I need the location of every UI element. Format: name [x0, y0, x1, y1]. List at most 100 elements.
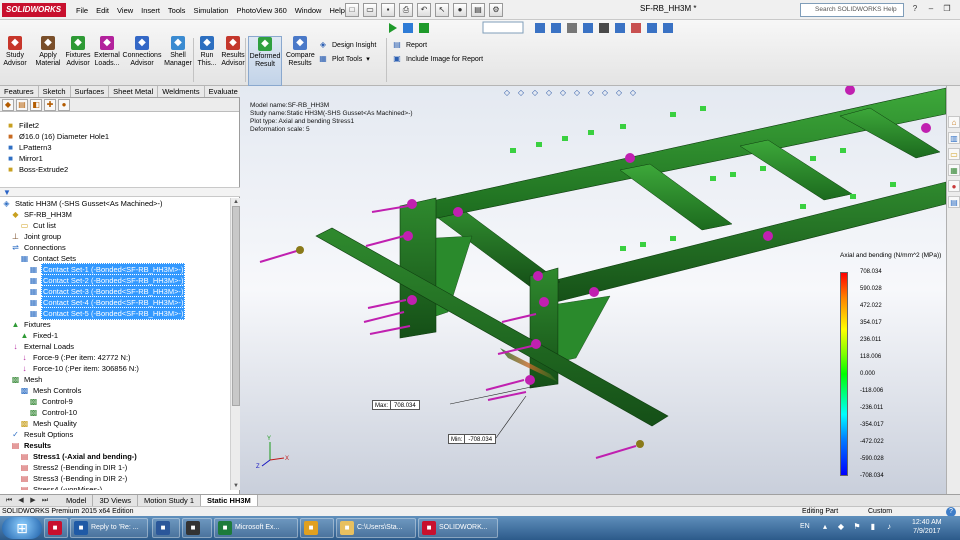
sim-tree-item[interactable]: ▤ Stress3 (-Bending in DIR 2-) — [20, 473, 128, 484]
sim-tree-item[interactable]: ▤ Stress2 (-Bending in DIR 1-) — [20, 462, 128, 473]
section-view-icon[interactable] — [567, 23, 577, 33]
taskbar-outlook-button[interactable]: ■ Reply to 'Re: ... — [70, 518, 148, 538]
taskbar-excel-button[interactable]: ■ Microsoft Ex... — [214, 518, 298, 538]
display-manager-tab-icon[interactable]: ● — [58, 99, 70, 111]
taskbar-cmd-button[interactable]: ■ — [182, 518, 212, 538]
tray-arrow-icon[interactable]: ▴ — [820, 522, 830, 532]
sim-tree-item[interactable]: ▩ Mesh — [11, 374, 43, 385]
language-indicator[interactable]: EN — [800, 523, 810, 530]
configuration-dropdown[interactable] — [482, 21, 524, 34]
view-orientation-icon[interactable] — [583, 23, 593, 33]
model-tab-static-hh3m[interactable]: Static HH3M — [201, 495, 258, 506]
display-style-icon[interactable]: ◇ — [572, 88, 582, 98]
file-properties-icon[interactable]: ▤ — [471, 3, 485, 17]
vertical-post-left[interactable] — [399, 197, 437, 339]
taskbar-solidworks-pinned-button[interactable]: ■ — [44, 518, 68, 538]
model-tab-motion-study-1[interactable]: Motion Study 1 — [138, 495, 202, 506]
run-this-button[interactable]: ◆ Run This... — [196, 36, 218, 86]
deformed-result-button[interactable]: ◆ Deformed Result — [248, 36, 282, 86]
rebuild-all-icon[interactable] — [403, 23, 413, 33]
sim-tree-item[interactable]: ▤ Stress1 (-Axial and bending-) — [20, 451, 138, 462]
rebuild-icon[interactable]: ● — [453, 3, 467, 17]
design-library-tab-icon[interactable]: ▥ — [948, 132, 960, 144]
taskbar-solidworks-button[interactable]: ■ SOLIDWORK... — [418, 518, 498, 538]
sim-tree-item[interactable]: ✓ Result Options — [11, 429, 74, 440]
menu-view[interactable]: View — [113, 6, 137, 15]
graphics-area[interactable]: Y X Z ◇ ◇ ◇ ◇ ◇ ◇ ◇ ◇ ◇ ◇ Model name:SF-RB_HH3M S… — [240, 86, 946, 494]
menu-tools[interactable]: Tools — [164, 6, 190, 15]
fixtures-advisor-button[interactable]: ◆ Fixtures Advisor — [64, 36, 92, 86]
last-tab-icon[interactable]: ⏭ — [40, 496, 50, 506]
file-explorer-tab-icon[interactable]: ▭ — [948, 148, 960, 160]
sim-tree-item[interactable]: ▲ Fixtures — [11, 319, 52, 330]
zoom-to-area-icon[interactable]: ◇ — [516, 88, 526, 98]
sim-tree-item[interactable]: ▩ Control-10 — [29, 407, 78, 418]
options-gear-icon[interactable]: ⚙ — [489, 3, 503, 17]
first-tab-icon[interactable]: ⏮ — [4, 496, 14, 506]
feature-tree-item[interactable]: ■ Fillet2 — [6, 120, 40, 131]
tab-sheet-metal[interactable]: Sheet Metal — [109, 86, 159, 97]
tab-sketch[interactable]: Sketch — [39, 86, 71, 97]
cross-member-1[interactable] — [619, 163, 733, 231]
external-loads-button[interactable]: ◆ External Loads... — [92, 36, 122, 86]
feature-tree-item[interactable]: ■ Boss-Extrude2 — [6, 164, 69, 175]
help-search-input[interactable]: Search SOLIDWORKS Help — [800, 3, 904, 17]
view-settings-icon[interactable] — [663, 23, 673, 33]
tab-surfaces[interactable]: Surfaces — [71, 86, 110, 97]
appearance-icon[interactable] — [631, 23, 641, 33]
tab-evaluate[interactable]: Evaluate — [205, 86, 243, 97]
shell-manager-button[interactable]: ◆ Shell Manager — [164, 36, 192, 86]
taskbar-explorer-button[interactable]: ■ C:\Users\Sta... — [336, 518, 416, 538]
menu-insert[interactable]: Insert — [137, 6, 164, 15]
sim-tree-item[interactable]: ▩ Mesh Controls — [20, 385, 82, 396]
section-view-icon[interactable]: ◇ — [544, 88, 554, 98]
minimize-icon[interactable]: – — [924, 2, 938, 16]
display-style-icon[interactable] — [599, 23, 609, 33]
solidworks-logo[interactable]: SOLIDWORKS — [2, 3, 66, 17]
feature-tree-item[interactable]: ■ Mirror1 — [6, 153, 44, 164]
appearances-tab-icon[interactable]: ● — [948, 180, 960, 192]
previous-view-icon[interactable]: ◇ — [530, 88, 540, 98]
feature-tree-item[interactable]: ■ Ø16.0 (16) Diameter Hole1 — [6, 131, 110, 142]
edit-appearance-icon[interactable]: ◇ — [600, 88, 610, 98]
dimxpert-tab-icon[interactable]: ✚ — [44, 99, 56, 111]
network-icon[interactable]: ▮ — [868, 522, 878, 532]
select-arrow-icon[interactable]: ↖ — [435, 3, 449, 17]
property-manager-tab-icon[interactable]: ▤ — [16, 99, 28, 111]
scroll-thumb[interactable] — [232, 206, 240, 406]
open-folder-icon[interactable]: ▭ — [363, 3, 377, 17]
menu-photoview-360[interactable]: PhotoView 360 — [232, 6, 290, 15]
include-image-button[interactable]: ▣ Include Image for Report — [392, 54, 483, 64]
sim-tree-item[interactable]: ⇌ Connections — [11, 242, 67, 253]
sim-tree-item[interactable]: ▤ Stress4 (-vonMises-) — [20, 484, 103, 490]
frame-rear-rail[interactable] — [539, 181, 946, 307]
tree-scrollbar[interactable]: ▲ ▼ — [230, 198, 240, 490]
print-icon[interactable]: ⎙ — [399, 3, 413, 17]
view-palette-tab-icon[interactable]: ▦ — [948, 164, 960, 176]
next-tab-icon[interactable]: ▶ — [28, 496, 38, 506]
clock[interactable]: 12:40 AM 7/9/2017 — [912, 518, 942, 536]
min-probe-label[interactable]: Min: -708.034 — [448, 434, 497, 444]
volume-icon[interactable]: ♪ — [884, 522, 894, 532]
sim-tree-item[interactable]: ▩ Control-9 — [29, 396, 74, 407]
zoom-area-icon[interactable] — [551, 23, 561, 33]
report-button[interactable]: ▤ Report — [392, 40, 427, 50]
run-icon[interactable] — [389, 23, 397, 33]
menu-window[interactable]: Window — [291, 6, 326, 15]
help-question-icon[interactable]: ? — [908, 2, 922, 16]
new-document-icon[interactable]: □ — [345, 3, 359, 17]
study-advisor-button[interactable]: ◆ Study Advisor — [2, 36, 28, 86]
tab-weldments[interactable]: Weldments — [158, 86, 205, 97]
zoom-to-fit-icon[interactable]: ◇ — [502, 88, 512, 98]
sim-tree-item[interactable]: ▤ Results — [11, 440, 52, 451]
tray-flag-icon[interactable]: ⚑ — [852, 522, 862, 532]
design-insight-button[interactable]: ◈ Design Insight — [318, 40, 376, 50]
sim-tree-item[interactable]: ↓ Force-9 (:Per item: 42772 N:) — [20, 352, 132, 363]
menu-file[interactable]: File — [72, 6, 92, 15]
menu-simulation[interactable]: Simulation — [189, 6, 232, 15]
custom-properties-tab-icon[interactable]: ▤ — [948, 196, 960, 208]
tree-filter-bar[interactable]: ▼ — [0, 187, 240, 197]
hide-show-icon[interactable] — [615, 23, 625, 33]
connections-advisor-button[interactable]: ◆ Connections Advisor — [122, 36, 162, 86]
apply-scene-icon[interactable]: ◇ — [614, 88, 624, 98]
